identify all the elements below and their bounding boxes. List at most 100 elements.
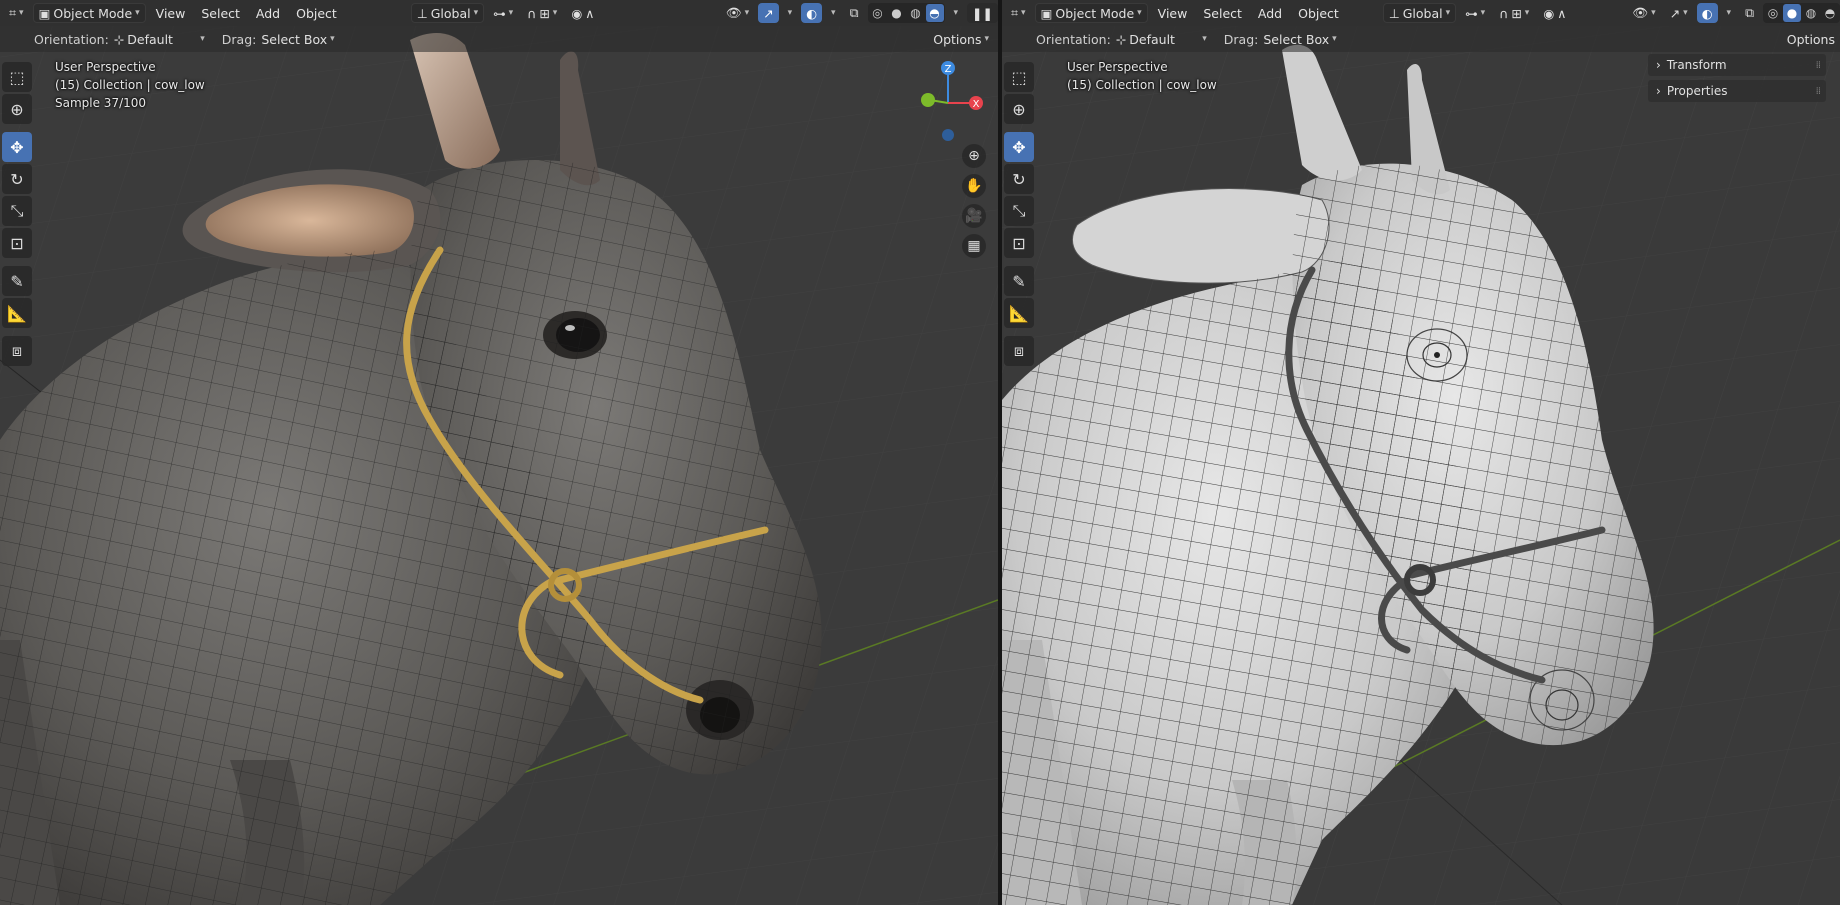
scale-tool[interactable]: ⤡	[2, 196, 32, 226]
material-shading-icon[interactable]: ◍	[1802, 4, 1820, 22]
transform-tool[interactable]: ⊡	[1004, 228, 1034, 258]
xray-toggle-button[interactable]: ⧉	[1740, 3, 1759, 23]
object-mode-icon: ▣	[38, 5, 51, 21]
menu-select[interactable]: Select	[195, 6, 246, 21]
solid-shading-icon[interactable]: ●	[1783, 4, 1801, 22]
menu-view[interactable]: View	[1152, 6, 1194, 21]
drag-dropdown[interactable]: Select Box ▾	[1258, 29, 1341, 49]
pivot-icon: ⊶	[493, 5, 506, 21]
snap-button[interactable]: ∩ ⊞ ▾	[1494, 3, 1534, 23]
rendered-shading-icon[interactable]: ◓	[1821, 4, 1839, 22]
viewport-left[interactable]: ⌗ ▾ ▣ Object Mode ▾ View Select Add Objec…	[0, 0, 998, 905]
overlays-dropdown[interactable]: ▾	[1722, 3, 1737, 23]
camera-view-button[interactable]: 🎥	[962, 204, 986, 228]
menu-select[interactable]: Select	[1197, 6, 1248, 21]
chevron-right-icon: ›	[1656, 84, 1661, 98]
measure-tool[interactable]: 📐	[1004, 298, 1034, 328]
pivot-point-button[interactable]: ⊶ ▾	[1460, 3, 1490, 23]
menu-object[interactable]: Object	[290, 6, 343, 21]
transform-orientation-dropdown[interactable]: ⊥ Global ▾	[410, 3, 485, 23]
shading-dropdown[interactable]: ▾	[949, 3, 964, 23]
menu-object[interactable]: Object	[1292, 6, 1345, 21]
solid-shading-icon[interactable]: ●	[888, 4, 906, 22]
cursor-tool[interactable]: ⊕	[1004, 94, 1034, 124]
pause-render-button[interactable]: ❚❚	[967, 3, 998, 23]
snap-target-icon: ⊞	[1511, 5, 1522, 21]
material-shading-icon[interactable]: ◍	[907, 4, 925, 22]
add-cube-tool[interactable]: ⧈	[1004, 336, 1034, 366]
falloff-icon: ∧	[585, 5, 595, 21]
wireframe-shading-icon[interactable]: ◎	[1764, 4, 1782, 22]
scene-rendered-view[interactable]	[0, 0, 998, 905]
snap-button[interactable]: ∩ ⊞ ▾	[522, 3, 562, 23]
scene-solid-view[interactable]	[1002, 0, 1840, 905]
measure-tool[interactable]: 📐	[2, 298, 32, 328]
gizmo-toggle-button[interactable]: ↗ ▾	[1665, 3, 1693, 23]
xray-toggle-button[interactable]: ⧉	[845, 3, 864, 23]
options-dropdown[interactable]: Options ▾	[928, 29, 994, 49]
pivot-point-button[interactable]: ⊶ ▾	[488, 3, 518, 23]
editor-type-button[interactable]: ⌗ ▾	[1006, 3, 1031, 23]
gizmo-dropdown[interactable]: ▾	[783, 3, 798, 23]
gizmo-z-label: Z	[945, 64, 952, 75]
annotate-tool[interactable]: ✎	[1004, 266, 1034, 296]
drag-grip-icon[interactable]: ⁞⁞	[1816, 60, 1821, 71]
proportional-edit-button[interactable]: ◉ ∧	[566, 3, 599, 23]
navigation-gizmo[interactable]: Z X	[908, 58, 988, 148]
render-sample-text: Sample 37/100	[55, 96, 147, 110]
orientation-label: Orientation:	[1036, 31, 1111, 47]
select-box-icon: ⬚	[9, 67, 25, 87]
move-tool[interactable]: ✥	[2, 132, 32, 162]
panel-properties[interactable]: › Properties ⁞⁞	[1648, 80, 1826, 102]
scale-tool[interactable]: ⤡	[1004, 196, 1034, 226]
chevron-down-icon: ▾	[953, 8, 959, 18]
orientation-dropdown[interactable]: ⊹ Default ▾	[1111, 29, 1212, 49]
magnet-icon: ∩	[527, 5, 537, 21]
cursor-tool[interactable]: ⊕	[2, 94, 32, 124]
pause-icon: ❚❚	[972, 5, 993, 21]
overlays-toggle-button[interactable]: ◐	[801, 3, 823, 23]
overlays-toggle-button[interactable]: ◐	[1696, 3, 1718, 23]
annotate-tool[interactable]: ✎	[2, 266, 32, 296]
editor-type-button[interactable]: ⌗ ▾	[4, 3, 29, 23]
gizmo-y-axis[interactable]	[921, 93, 935, 107]
proportional-edit-button[interactable]: ◉ ∧	[1538, 3, 1571, 23]
transform-orientation-dropdown[interactable]: ⊥ Global ▾	[1382, 3, 1457, 23]
zoom-button[interactable]: ⊕	[962, 144, 986, 168]
rotate-tool[interactable]: ↻	[2, 164, 32, 194]
orientation-dropdown[interactable]: ⊹ Default ▾	[109, 29, 210, 49]
select-box-tool[interactable]: ⬚	[1004, 62, 1034, 92]
overlays-dropdown[interactable]: ▾	[826, 3, 841, 23]
chevron-down-icon: ▾	[200, 34, 205, 44]
visibility-button[interactable]: 👁 ▾	[1627, 3, 1660, 23]
drag-grip-icon[interactable]: ⁞⁞	[1816, 86, 1821, 97]
chevron-down-icon: ▾	[1651, 8, 1656, 18]
panel-transform[interactable]: › Transform ⁞⁞	[1648, 54, 1826, 76]
orientation-value: Default	[127, 31, 173, 47]
select-box-tool[interactable]: ⬚	[2, 62, 32, 92]
menu-view[interactable]: View	[150, 6, 192, 21]
wireframe-shading-icon[interactable]: ◎	[869, 4, 887, 22]
measure-icon: 📐	[7, 303, 27, 323]
mode-dropdown[interactable]: ▣ Object Mode ▾	[1034, 3, 1148, 23]
mode-dropdown[interactable]: ▣ Object Mode ▾	[32, 3, 146, 23]
options-dropdown[interactable]: Options	[1782, 29, 1840, 49]
add-cube-tool[interactable]: ⧈	[2, 336, 32, 366]
drag-value: Select Box	[1263, 31, 1330, 47]
visibility-button[interactable]: 👁 ▾	[721, 3, 754, 23]
transform-tool[interactable]: ⊡	[2, 228, 32, 258]
menu-add[interactable]: Add	[250, 6, 286, 21]
gizmo-neg-z-axis[interactable]	[942, 129, 954, 141]
gizmo-toggle-button[interactable]: ↗	[758, 3, 779, 23]
move-tool[interactable]: ✥	[1004, 132, 1034, 162]
rendered-shading-icon[interactable]: ◓	[925, 4, 944, 22]
drag-dropdown[interactable]: Select Box ▾	[256, 29, 339, 49]
rotate-tool[interactable]: ↻	[1004, 164, 1034, 194]
menu-add[interactable]: Add	[1252, 6, 1288, 21]
chevron-down-icon: ▾	[1726, 8, 1732, 18]
xray-icon: ⧉	[849, 5, 859, 20]
viewport-right[interactable]: ⌗ ▾ ▣ Object Mode ▾ View Select Add Objec…	[1002, 0, 1840, 905]
perspective-toggle-button[interactable]: ▦	[962, 234, 986, 258]
pan-button[interactable]: ✋	[962, 174, 986, 198]
drag-value: Select Box	[261, 31, 328, 47]
